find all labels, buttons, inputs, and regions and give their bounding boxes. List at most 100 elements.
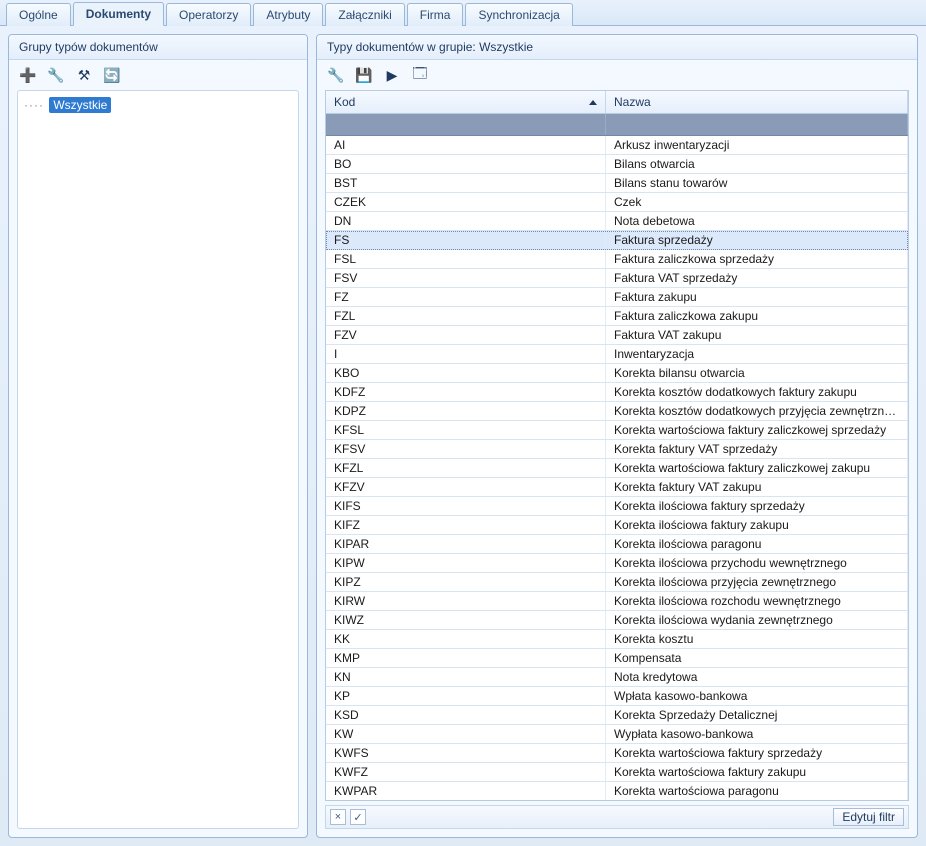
table-row[interactable]: KIPWKorekta ilościowa przychodu wewnętrz… xyxy=(326,554,908,573)
cell-kod: BO xyxy=(326,155,606,173)
play-icon[interactable]: ▶ xyxy=(383,66,401,84)
cell-kod: KDFZ xyxy=(326,383,606,401)
table-row[interactable]: BOBilans otwarcia xyxy=(326,155,908,174)
table-row[interactable]: FSVFaktura VAT sprzedaży xyxy=(326,269,908,288)
cell-kod: AI xyxy=(326,136,606,154)
table-row[interactable]: FZLFaktura zaliczkowa zakupu xyxy=(326,307,908,326)
table-row[interactable]: KWPARKorekta wartościowa paragonu xyxy=(326,782,908,800)
tab-firma[interactable]: Firma xyxy=(407,3,464,26)
table-row[interactable]: KPWpłata kasowo-bankowa xyxy=(326,687,908,706)
save-icon[interactable]: 💾 xyxy=(355,66,373,84)
table-row[interactable]: FSLFaktura zaliczkowa sprzedaży xyxy=(326,250,908,269)
panel-types: Typy dokumentów w grupie: Wszystkie 🔧 💾 ▶ 🗔… xyxy=(316,34,918,838)
group-tree: ···· Wszystkie xyxy=(17,90,299,829)
tab-załączniki[interactable]: Załączniki xyxy=(325,3,404,26)
cell-nazwa: Korekta ilościowa faktury sprzedaży xyxy=(606,497,908,515)
cell-kod: KIWZ xyxy=(326,611,606,629)
refresh-icon[interactable]: 🔄 xyxy=(103,66,121,84)
table-row[interactable]: KWFZKorekta wartościowa faktury zakupu xyxy=(326,763,908,782)
cell-kod: FZL xyxy=(326,307,606,325)
table-row[interactable]: KFZVKorekta faktury VAT zakupu xyxy=(326,478,908,497)
cell-nazwa: Faktura VAT zakupu xyxy=(606,326,908,344)
cell-nazwa: Korekta ilościowa rozchodu wewnętrznego xyxy=(606,592,908,610)
wrench-icon[interactable]: 🔧 xyxy=(327,66,345,84)
table-row[interactable]: KBOKorekta bilansu otwarcia xyxy=(326,364,908,383)
table-row[interactable]: KIRWKorekta ilościowa rozchodu wewnętrzn… xyxy=(326,592,908,611)
column-header-kod[interactable]: Kod xyxy=(326,91,606,113)
table-row[interactable]: KFSVKorekta faktury VAT sprzedaży xyxy=(326,440,908,459)
table-row[interactable]: KDPZKorekta kosztów dodatkowych przyjęci… xyxy=(326,402,908,421)
cell-kod: KN xyxy=(326,668,606,686)
cell-kod: KIRW xyxy=(326,592,606,610)
cell-kod: KWPAR xyxy=(326,782,606,800)
cell-nazwa: Korekta kosztu xyxy=(606,630,908,648)
cell-kod: KWFZ xyxy=(326,763,606,781)
table-row[interactable]: KMPKompensata xyxy=(326,649,908,668)
tab-synchronizacja[interactable]: Synchronizacja xyxy=(465,3,572,26)
filter-close-button[interactable]: × xyxy=(330,809,346,825)
filter-enabled-checkbox[interactable]: ✓ xyxy=(350,809,366,825)
cell-nazwa: Korekta ilościowa przyjęcia zewnętrznego xyxy=(606,573,908,591)
table-row[interactable]: KSDKorekta Sprzedaży Detalicznej xyxy=(326,706,908,725)
cell-nazwa: Korekta faktury VAT sprzedaży xyxy=(606,440,908,458)
column-header-nazwa[interactable]: Nazwa xyxy=(606,91,908,113)
column-header-nazwa-label: Nazwa xyxy=(614,95,651,109)
table-row[interactable]: FSFaktura sprzedaży xyxy=(326,231,908,250)
cell-kod: KIPZ xyxy=(326,573,606,591)
panel-groups: Grupy typów dokumentów ➕🔧⚒🔄 ···· Wszystk… xyxy=(8,34,308,838)
table-row[interactable]: KFZLKorekta wartościowa faktury zaliczko… xyxy=(326,459,908,478)
table-row[interactable]: KFSLKorekta wartościowa faktury zaliczko… xyxy=(326,421,908,440)
column-header-kod-label: Kod xyxy=(334,95,355,109)
grid-body[interactable]: AIArkusz inwentaryzacjiBOBilans otwarcia… xyxy=(326,136,908,800)
tab-ogólne[interactable]: Ogólne xyxy=(6,3,71,26)
cell-nazwa: Korekta wartościowa faktury zaliczkowej … xyxy=(606,459,908,477)
table-row[interactable]: KIWZKorekta ilościowa wydania zewnętrzne… xyxy=(326,611,908,630)
cell-nazwa: Korekta kosztów dodatkowych faktury zaku… xyxy=(606,383,908,401)
cell-kod: KIPW xyxy=(326,554,606,572)
table-row[interactable]: KIPARKorekta ilościowa paragonu xyxy=(326,535,908,554)
table-row[interactable]: KDFZKorekta kosztów dodatkowych faktury … xyxy=(326,383,908,402)
table-row[interactable]: FZVFaktura VAT zakupu xyxy=(326,326,908,345)
table-row[interactable]: DNNota debetowa xyxy=(326,212,908,231)
cell-nazwa: Faktura zaliczkowa sprzedaży xyxy=(606,250,908,268)
cell-kod: KIFZ xyxy=(326,516,606,534)
tools-icon[interactable]: ⚒ xyxy=(75,66,93,84)
table-row[interactable]: FZFaktura zakupu xyxy=(326,288,908,307)
cell-kod: KFSL xyxy=(326,421,606,439)
table-row[interactable]: IInwentaryzacja xyxy=(326,345,908,364)
cell-nazwa: Kompensata xyxy=(606,649,908,667)
window-icon[interactable]: 🗔 xyxy=(411,66,429,84)
filter-bar: × ✓ Edytuj filtr xyxy=(325,805,909,829)
cell-nazwa: Wpłata kasowo-bankowa xyxy=(606,687,908,705)
table-row[interactable]: KIFSKorekta ilościowa faktury sprzedaży xyxy=(326,497,908,516)
workspace: Grupy typów dokumentów ➕🔧⚒🔄 ···· Wszystk… xyxy=(0,26,926,846)
table-row[interactable]: KWFSKorekta wartościowa faktury sprzedaż… xyxy=(326,744,908,763)
table-row[interactable]: KWWypłata kasowo-bankowa xyxy=(326,725,908,744)
tab-dokumenty[interactable]: Dokumenty xyxy=(73,2,164,26)
table-row[interactable]: KKKorekta kosztu xyxy=(326,630,908,649)
panel-types-title: Typy dokumentów w grupie: Wszystkie xyxy=(317,35,917,60)
cell-kod: KBO xyxy=(326,364,606,382)
table-row[interactable]: KIPZKorekta ilościowa przyjęcia zewnętrz… xyxy=(326,573,908,592)
cell-kod: KDPZ xyxy=(326,402,606,420)
cell-kod: FSL xyxy=(326,250,606,268)
tree-root-node[interactable]: Wszystkie xyxy=(49,97,111,113)
cell-kod: KFZV xyxy=(326,478,606,496)
table-row[interactable]: AIArkusz inwentaryzacji xyxy=(326,136,908,155)
cell-nazwa: Korekta wartościowa faktury sprzedaży xyxy=(606,744,908,762)
cell-kod: KFSV xyxy=(326,440,606,458)
tab-operatorzy[interactable]: Operatorzy xyxy=(166,3,251,26)
wrench-icon[interactable]: 🔧 xyxy=(47,66,65,84)
grid-auto-filter-row[interactable] xyxy=(326,114,908,136)
table-row[interactable]: KIFZKorekta ilościowa faktury zakupu xyxy=(326,516,908,535)
tab-atrybuty[interactable]: Atrybuty xyxy=(253,3,323,26)
tab-strip: OgólneDokumentyOperatorzyAtrybutyZałączn… xyxy=(0,0,926,26)
add-icon[interactable]: ➕ xyxy=(19,66,37,84)
table-row[interactable]: CZEKCzek xyxy=(326,193,908,212)
edit-filter-button[interactable]: Edytuj filtr xyxy=(833,808,904,826)
table-row[interactable]: KNNota kredytowa xyxy=(326,668,908,687)
cell-nazwa: Korekta bilansu otwarcia xyxy=(606,364,908,382)
cell-nazwa: Nota kredytowa xyxy=(606,668,908,686)
table-row[interactable]: BSTBilans stanu towarów xyxy=(326,174,908,193)
cell-nazwa: Korekta ilościowa przychodu wewnętrznego xyxy=(606,554,908,572)
